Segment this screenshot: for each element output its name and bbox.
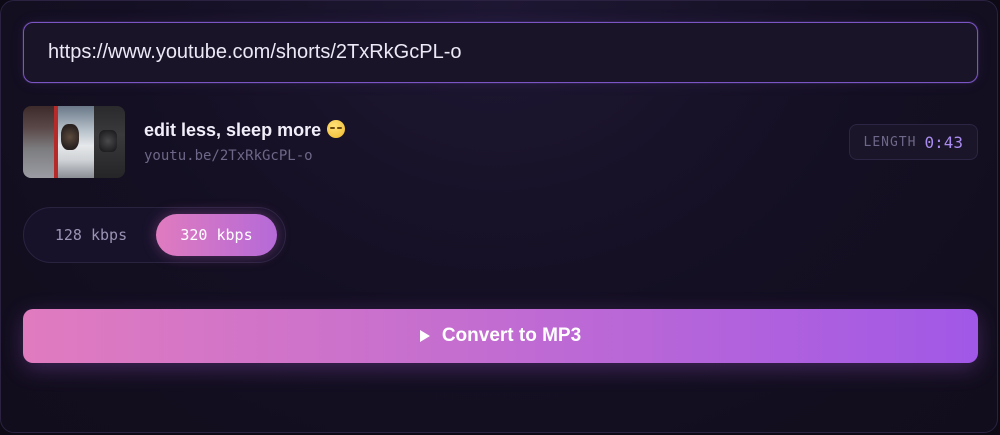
- video-thumbnail: [23, 106, 125, 178]
- video-title-text: edit less, sleep more: [144, 120, 322, 140]
- video-short-link: youtu.be/2TxRkGcPL-o: [144, 148, 313, 164]
- play-icon: [419, 330, 430, 342]
- convert-button[interactable]: Convert to MP3: [23, 309, 978, 363]
- bitrate-selector: 128 kbps 320 kbps: [23, 207, 286, 263]
- length-label: LENGTH: [863, 134, 917, 150]
- video-info: edit less, sleep more youtu.be/2TxRkGcPL…: [23, 106, 978, 178]
- bitrate-option-320[interactable]: 320 kbps: [156, 214, 277, 256]
- video-title: edit less, sleep more: [144, 120, 346, 141]
- url-input[interactable]: [23, 22, 978, 83]
- bitrate-option-128[interactable]: 128 kbps: [30, 214, 152, 256]
- length-badge: LENGTH 0:43: [848, 124, 978, 160]
- convert-button-label: Convert to MP3: [441, 325, 582, 346]
- converter-card: edit less, sleep more youtu.be/2TxRkGcPL…: [0, 0, 998, 433]
- length-value: 0:43: [924, 132, 963, 152]
- sleeping-face-icon: [327, 120, 346, 138]
